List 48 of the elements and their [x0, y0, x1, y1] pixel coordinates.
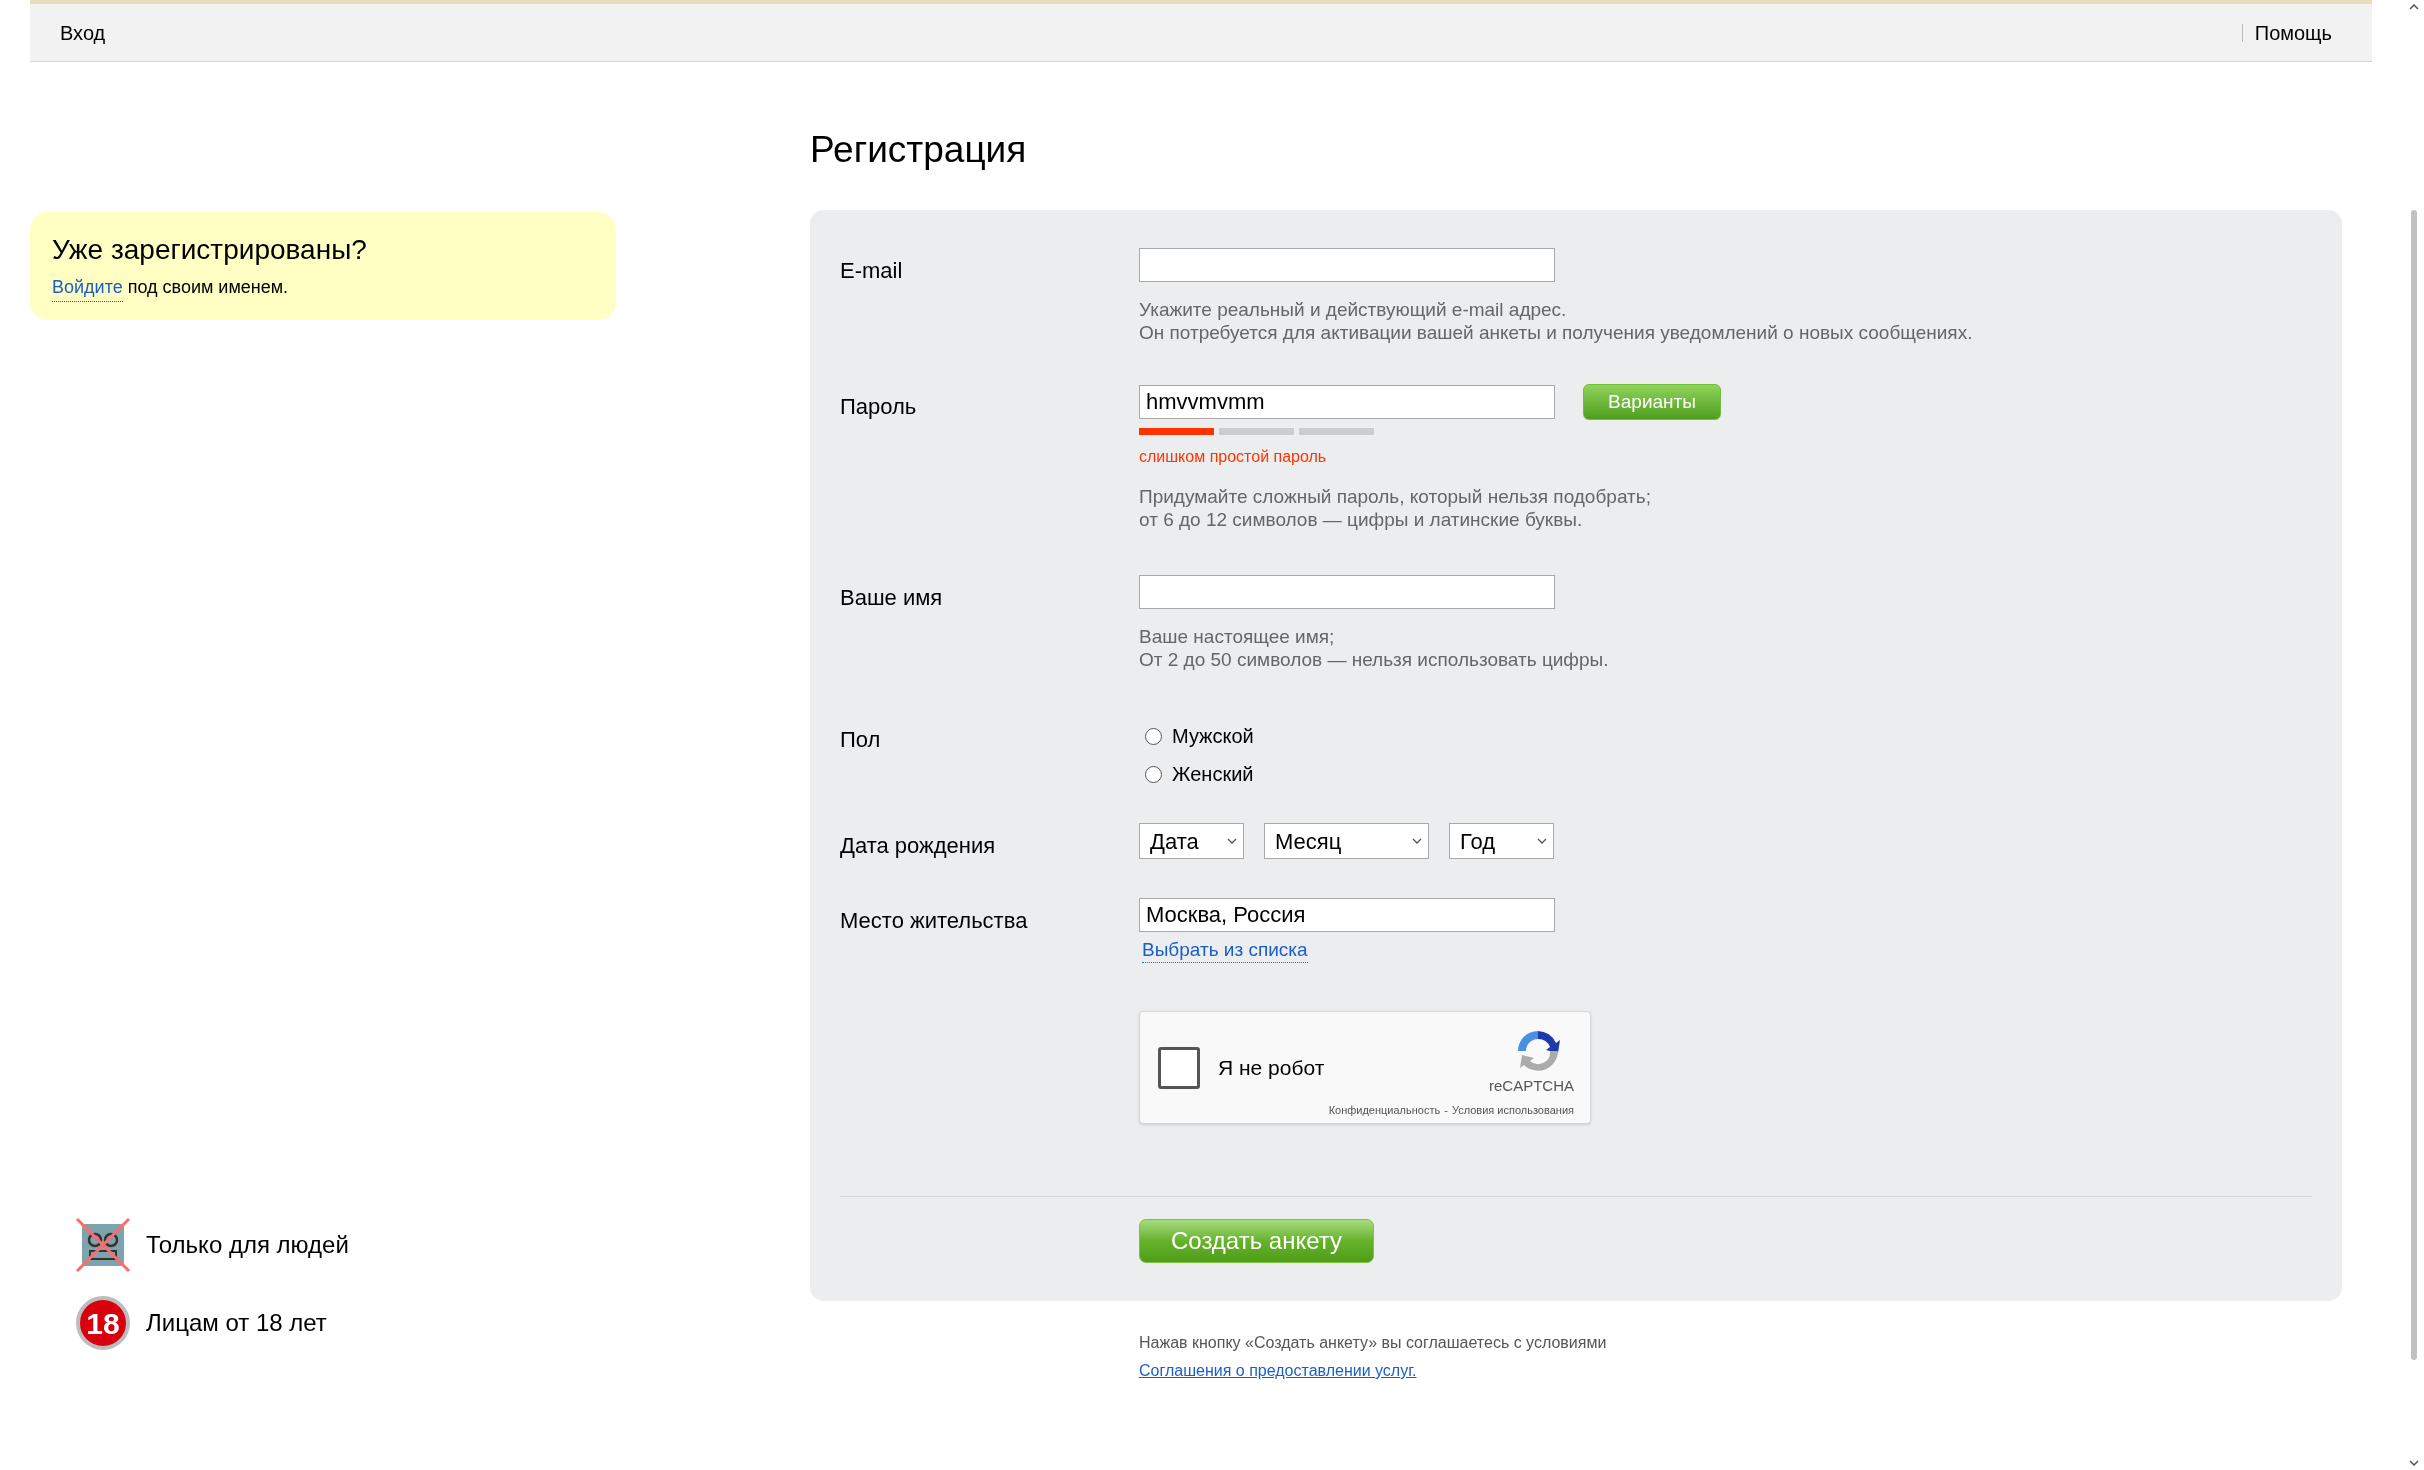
hint-text: Он потребуется для активации вашей анкеты и получения уведомлений о новых сообщениях.: [1139, 321, 1973, 344]
field-label: Место жительства: [840, 908, 1028, 933]
crossed-robot-icon: [76, 1218, 130, 1272]
link-separator: -: [1444, 1102, 1448, 1118]
badge-text: Лицам от 18 лет: [146, 1308, 327, 1338]
select-dropdown[interactable]: Месяц: [1264, 823, 1429, 859]
hint-text: От 2 до 50 символов — нельзя использовать цифры.: [1139, 648, 1609, 671]
agreement-link[interactable]: Соглашения о предоставлении услуг.: [1139, 1359, 1417, 1383]
chevron-down-icon: [1227, 838, 1237, 844]
hint-text: от 6 до 12 символов — цифры и латинские буквы.: [1139, 508, 1584, 531]
radio-label: Женский: [1172, 762, 1254, 787]
terms-link[interactable]: Условия использования: [1451, 1101, 1574, 1118]
field-label: Пароль: [840, 394, 917, 419]
captcha-brand: reCAPTCHA: [1489, 1076, 1574, 1096]
scroll-down-icon: [2409, 1460, 2419, 1466]
help-link[interactable]: Помощь: [2254, 17, 2332, 48]
radio-label: Мужской: [1172, 724, 1254, 749]
agreement-text: Нажав кнопку «Создать анкету» вы соглашаетесь с условиями: [1139, 1333, 1608, 1353]
input-field[interactable]: [1139, 575, 1555, 609]
select-dropdown[interactable]: Дата: [1139, 823, 1244, 859]
hint-text: Ваше настоящее имя;: [1139, 625, 1336, 648]
field-label: Дата рождения: [840, 833, 996, 858]
radio-button[interactable]: [1145, 765, 1162, 783]
hint-text: Придумайте сложный пароль, который нельзя подобрать;: [1139, 485, 1652, 508]
select-dropdown[interactable]: Год: [1449, 823, 1554, 859]
hint-text: Укажите реальный и действующий e-mail адрес.: [1139, 298, 1568, 321]
privacy-link[interactable]: Конфиденциальность: [1328, 1101, 1441, 1118]
login-link[interactable]: Вход: [60, 17, 106, 48]
notice-title: Уже зарегистрированы?: [52, 234, 368, 266]
captcha-label: Я не робот: [1218, 1054, 1325, 1081]
field-label: Пол: [840, 727, 881, 752]
input-field[interactable]: [1139, 248, 1555, 282]
scroll-up-icon: [2409, 4, 2419, 10]
badge-text: Только для людей: [146, 1230, 349, 1260]
field-label: E-mail: [840, 258, 903, 283]
input-field[interactable]: hmvvmvmm: [1139, 385, 1555, 419]
age-restriction-icon: 18: [76, 1296, 130, 1350]
radio-button[interactable]: [1145, 727, 1162, 745]
chevron-down-icon: [1537, 838, 1547, 844]
notice-text: под своим именем.: [127, 276, 289, 299]
choose-from-list-link[interactable]: Выбрать из списка: [1142, 938, 1308, 963]
login-link[interactable]: Войдите: [52, 274, 123, 302]
input-field[interactable]: Москва, Россия: [1139, 898, 1555, 932]
password-warning: слишком простой пароль: [1139, 447, 1328, 467]
page-title: Регистрация: [810, 128, 1028, 172]
chevron-down-icon: [1412, 838, 1422, 844]
field-label: Ваше имя: [840, 585, 943, 610]
captcha-checkbox[interactable]: [1158, 1046, 1200, 1089]
